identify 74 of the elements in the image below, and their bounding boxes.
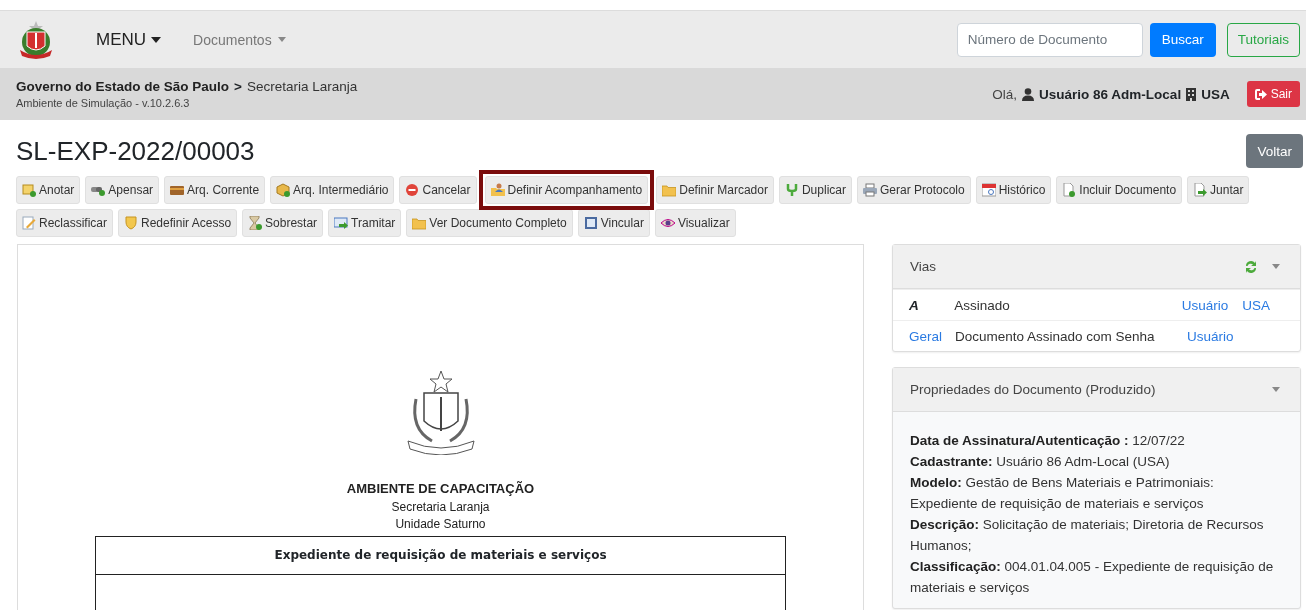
greeting-text: Olá,	[992, 86, 1018, 102]
action-button[interactable]: Juntar	[1187, 176, 1250, 204]
property-text: Data de Assinatura/Autenticação : 12/07/22	[910, 432, 1186, 450]
property-text: Modelo: Gestão de Bens Materiais e Patrimoniais: Expediente de requisição de materiais e serviços	[910, 474, 1215, 513]
user-unit: USA	[1201, 86, 1230, 102]
folder-icon	[662, 183, 677, 197]
action-button[interactable]: Vincular	[577, 209, 650, 237]
action-button[interactable]: Tramitar	[328, 209, 402, 237]
action-button[interactable]: Definir Marcador	[656, 176, 774, 204]
action-button[interactable]: Definir Acompanhamento	[484, 176, 649, 204]
document-arrow-icon	[1193, 183, 1208, 197]
action-button[interactable]: Arq. Corrente	[164, 176, 266, 204]
action-button[interactable]: Duplicar	[778, 176, 852, 204]
sign-out-icon	[1254, 88, 1267, 100]
search-button[interactable]: Buscar	[1149, 22, 1216, 57]
chest-icon	[170, 183, 185, 197]
organization-link[interactable]: Governo do Estado de São Paulo	[16, 79, 230, 94]
breadcrumb-separator: >	[234, 79, 242, 94]
document-number-title: SL-EXP-2022/00003	[16, 135, 256, 167]
action-button[interactable]: Ver Documento Completo	[406, 209, 573, 237]
hourglass-icon	[248, 216, 263, 230]
document-heading: AMBIENTE DE CAPACITAÇÃO	[346, 481, 535, 496]
calendar-icon	[981, 183, 996, 197]
pencil-icon	[22, 216, 36, 230]
via-description: Documento Assinado com Senha	[955, 328, 1156, 344]
eye-icon	[660, 216, 675, 230]
action-button[interactable]: Incluir Documento	[1056, 176, 1183, 204]
user-name: Usuário 86 Adm-Local	[1039, 86, 1182, 102]
action-button[interactable]: Visualizar	[654, 209, 736, 237]
via-link[interactable]: Geral	[909, 328, 955, 344]
property-text: Cadastrante: Usuário 86 Adm-Local (USA)	[910, 453, 1171, 471]
cube-icon	[276, 183, 291, 197]
document-plus-icon	[1062, 183, 1077, 197]
unit-link[interactable]: Secretaria Laranja	[246, 79, 358, 94]
collapse-caret-icon[interactable]	[1272, 387, 1280, 392]
via-description: Assinado	[954, 297, 1011, 313]
property-text: Descrição: Solicitação de materiais; Diretoria de Recursos Humanos;	[910, 516, 1265, 555]
action-button[interactable]: Cancelar	[399, 176, 477, 204]
card-title: Propriedades do Documento (Produzido)	[910, 382, 1156, 397]
property-text: Classificação: 004.01.04.005 - Expediente de requisição de materiais e serviços	[910, 558, 1275, 597]
documents-menu[interactable]: Documentos	[193, 31, 286, 48]
document-subheading: Unidade Saturno	[395, 517, 486, 531]
action-button[interactable]: Apensar	[85, 176, 160, 204]
printer-icon	[862, 183, 877, 197]
search-field[interactable]: Número de Documento	[956, 22, 1143, 57]
shield-icon	[124, 216, 138, 230]
user-icon	[1022, 87, 1035, 101]
logout-button[interactable]: Sair	[1246, 81, 1300, 107]
card-title: Vias	[910, 259, 937, 274]
via-link[interactable]: Usuário	[1181, 297, 1229, 313]
stop-icon	[405, 183, 420, 197]
action-button[interactable]: Reclassificar	[16, 209, 113, 237]
back-button[interactable]: Voltar	[1246, 134, 1303, 168]
folder-person-icon	[490, 183, 505, 197]
document-subheading: Secretaria Laranja	[391, 500, 490, 514]
via-link[interactable]: USA	[1242, 297, 1270, 313]
action-button[interactable]: Arq. Intermediário	[270, 176, 395, 204]
action-button[interactable]: Anotar	[16, 176, 81, 204]
action-button[interactable]: Redefinir Acesso	[118, 209, 238, 237]
note-icon	[22, 183, 36, 197]
envelope-icon	[334, 216, 349, 230]
action-button[interactable]: Gerar Protocolo	[856, 176, 971, 204]
menu-button[interactable]: MENU	[96, 29, 162, 50]
folder-icon	[412, 216, 427, 230]
via-link[interactable]: Usuário	[1187, 328, 1234, 344]
table-title: Expediente de requisição de materiais e serviços	[96, 537, 785, 575]
fork-icon	[784, 183, 799, 197]
action-button[interactable]: Sobrestar	[242, 209, 324, 237]
environment-version: Ambiente de Simulação - v.10.2.6.3	[16, 97, 191, 109]
refresh-icon[interactable]	[1244, 259, 1258, 274]
action-button[interactable]: Histórico	[975, 176, 1052, 204]
building-icon	[1186, 87, 1197, 101]
collapse-caret-icon[interactable]	[1272, 264, 1280, 269]
via-marker: A	[909, 297, 920, 313]
